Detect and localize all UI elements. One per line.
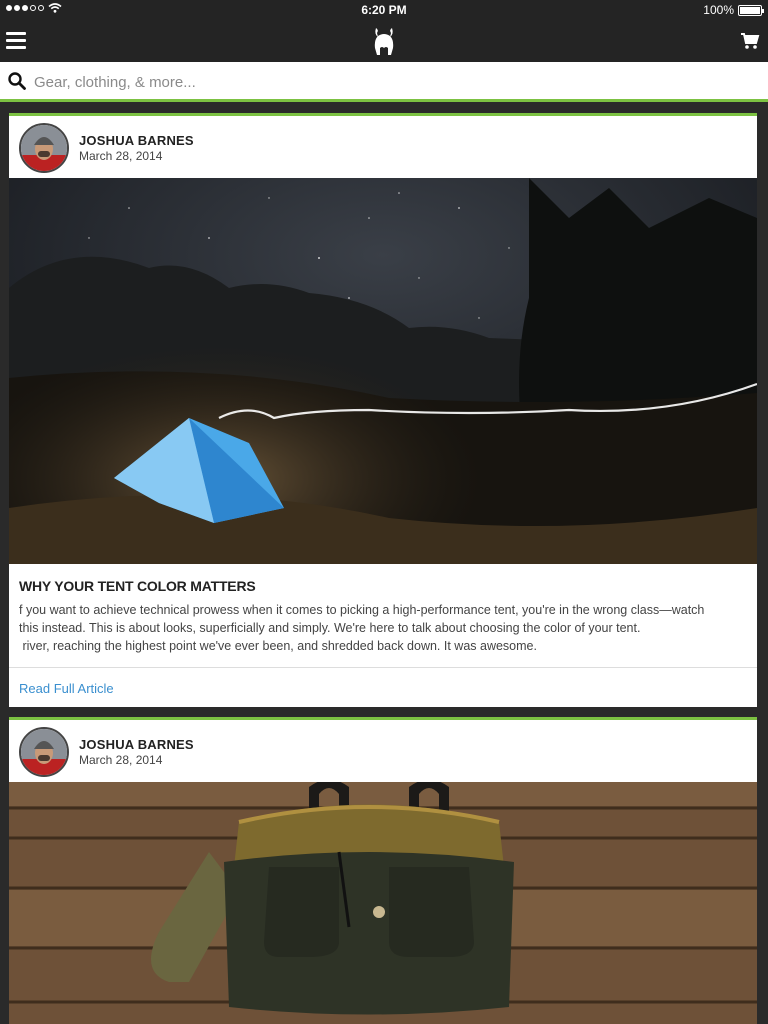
battery-icon	[738, 4, 764, 16]
search-input[interactable]	[34, 70, 734, 94]
search-bar	[0, 62, 768, 102]
bag-photo[interactable]	[9, 782, 757, 1024]
article-excerpt: f you want to achieve technical prowess …	[19, 601, 749, 655]
excerpt-line: river, reaching the highest point we've …	[19, 639, 537, 653]
excerpt-line: this instead. This is about looks, super…	[19, 621, 641, 635]
tent-night-photo[interactable]	[9, 178, 757, 564]
author-name[interactable]: JOSHUA BARNES	[79, 737, 194, 752]
search-icon[interactable]	[8, 72, 26, 90]
card-divider	[9, 667, 757, 668]
author-row: JOSHUA BARNES March 28, 2014	[9, 116, 757, 178]
post-date: March 28, 2014	[79, 149, 163, 163]
article-title[interactable]: WHY YOUR TENT COLOR MATTERS	[19, 578, 256, 594]
goat-logo-icon[interactable]	[370, 24, 398, 56]
author-name[interactable]: JOSHUA BARNES	[79, 133, 194, 148]
avatar[interactable]	[19, 727, 69, 777]
hamburger-icon[interactable]	[6, 32, 26, 50]
article-card: JOSHUA BARNES March 28, 2014	[9, 113, 757, 707]
avatar[interactable]	[19, 123, 69, 173]
author-row: JOSHUA BARNES March 28, 2014	[9, 720, 757, 782]
article-card: JOSHUA BARNES March 28, 2014	[9, 717, 757, 1024]
excerpt-line: f you want to achieve technical prowess …	[19, 603, 705, 617]
read-full-article-link[interactable]: Read Full Article	[19, 681, 114, 696]
cart-icon[interactable]	[740, 32, 760, 50]
post-date: March 28, 2014	[79, 753, 163, 767]
status-time: 6:20 PM	[361, 3, 407, 17]
battery-percent: 100%	[703, 3, 734, 17]
nav-bar	[0, 20, 768, 62]
status-bar: 6:20 PM 100%	[0, 0, 768, 20]
